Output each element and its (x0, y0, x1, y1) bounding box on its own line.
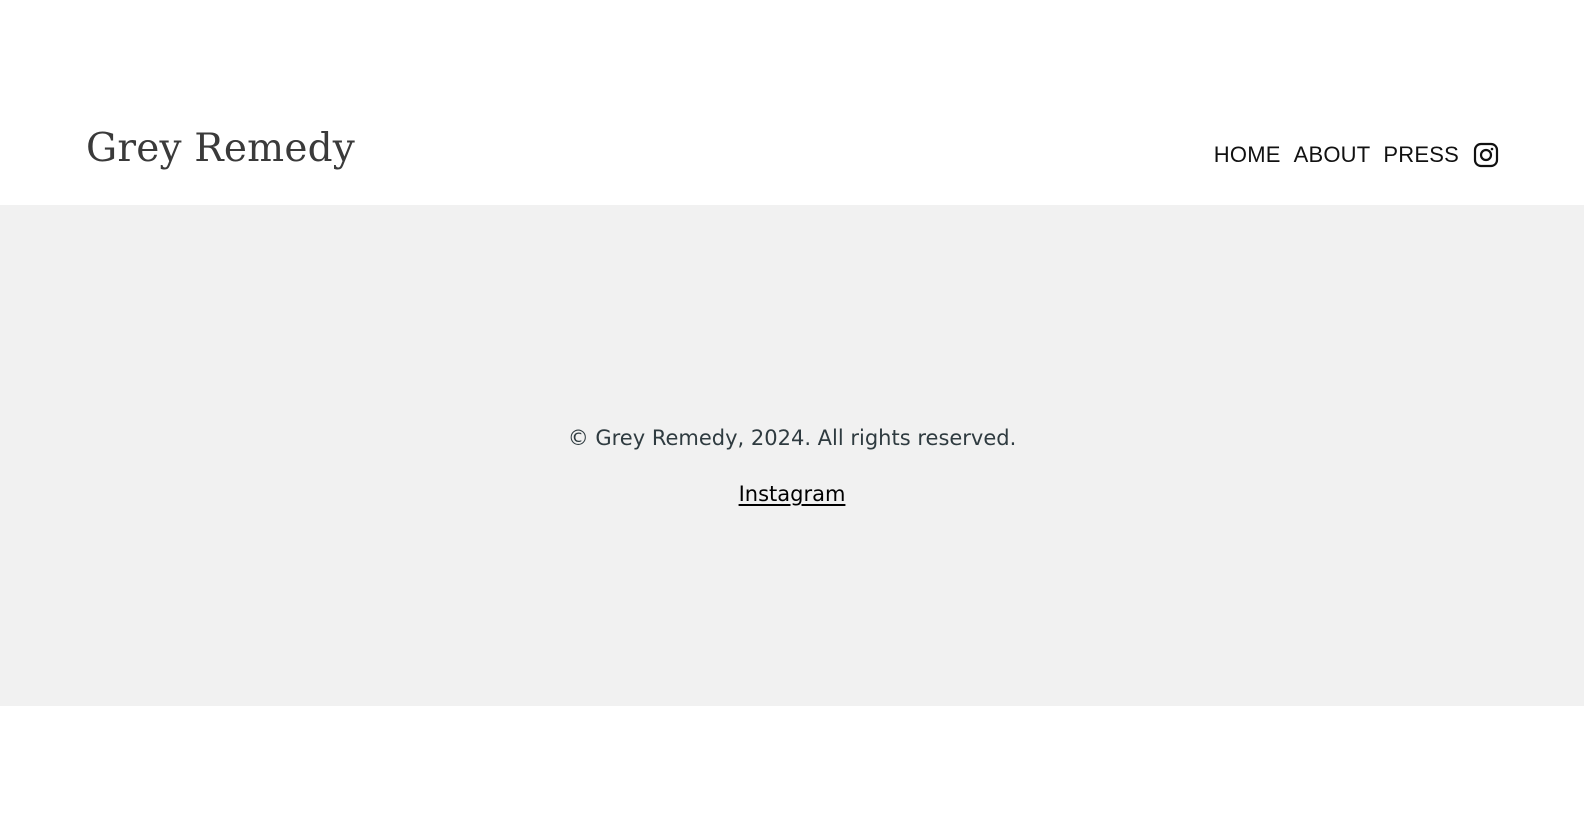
main-nav: HOME ABOUT PRESS (1214, 142, 1499, 168)
copyright-text: © Grey Remedy, 2024. All rights reserved… (567, 426, 1017, 450)
footer-link-wrap: Instagram (0, 482, 1584, 506)
nav-about[interactable]: ABOUT (1294, 144, 1371, 166)
nav-press[interactable]: PRESS (1383, 144, 1459, 166)
site-header: Grey Remedy HOME ABOUT PRESS (0, 0, 1584, 205)
nav-home[interactable]: HOME (1214, 144, 1281, 166)
site-footer: © Grey Remedy, 2024. All rights reserved… (0, 205, 1584, 706)
footer-instagram-link[interactable]: Instagram (739, 482, 846, 506)
instagram-icon[interactable] (1473, 142, 1499, 168)
site-logo-title[interactable]: Grey Remedy (86, 127, 355, 171)
